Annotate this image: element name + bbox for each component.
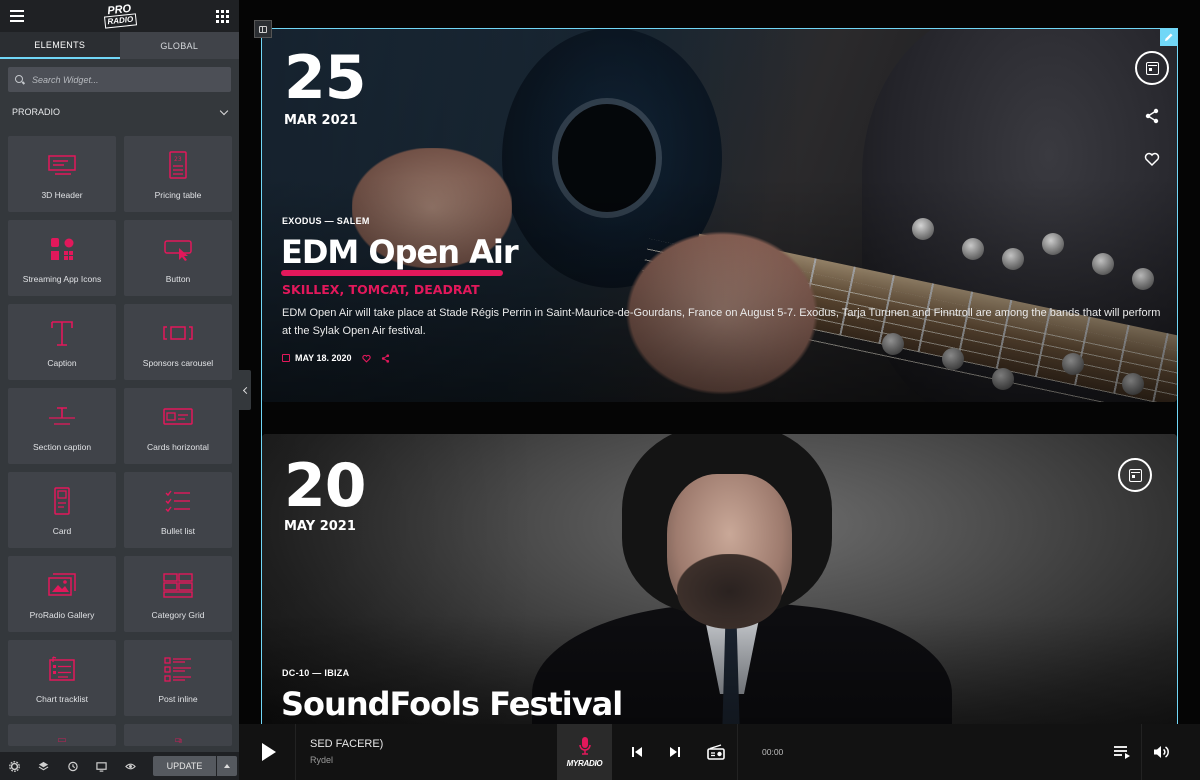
widget-label: Caption: [47, 358, 77, 368]
edit-widget-button[interactable]: [1160, 28, 1178, 46]
station-name: MYRADIO: [566, 759, 603, 768]
widget-label: ProRadio Gallery: [29, 610, 95, 620]
widget-partial[interactable]: [124, 724, 232, 746]
sponsors-carousel-icon: [163, 326, 193, 340]
layers-icon[interactable]: [35, 758, 51, 774]
widget-3d-header[interactable]: 3D Header: [8, 136, 116, 212]
widget-label: Card: [52, 526, 72, 536]
bullet-list-icon: [165, 490, 190, 513]
cards-horizontal-icon: [163, 408, 193, 425]
search-box: [8, 67, 231, 92]
widget-cards-horizontal[interactable]: Cards horizontal: [124, 388, 232, 464]
widget-label: Streaming App Icons: [22, 274, 102, 284]
widget-proradio-gallery[interactable]: ProRadio Gallery: [8, 556, 116, 632]
pricing-table-icon: 23: [169, 151, 187, 179]
caption-icon: [51, 321, 73, 346]
card-icon: [54, 487, 70, 515]
widget-label: Pricing table: [154, 190, 202, 200]
panel-tabs: ELEMENTS GLOBAL: [0, 32, 239, 59]
category-title: PRORADIO: [12, 107, 61, 117]
skip-next-icon: [670, 747, 680, 757]
widget-chart-tracklist[interactable]: Chart tracklist: [8, 640, 116, 716]
widget-grid: 3D Header 23 Pricing table Streaming App…: [8, 136, 232, 746]
history-icon[interactable]: [64, 758, 80, 774]
widget-icon: [58, 738, 66, 742]
settings-icon[interactable]: [6, 758, 22, 774]
skip-previous-icon: [632, 747, 642, 757]
volume-icon: [1154, 746, 1169, 758]
widget-label: Section caption: [32, 442, 92, 452]
volume-button[interactable]: [1142, 724, 1180, 780]
section-outline: [261, 28, 1178, 780]
widget-button[interactable]: Button: [124, 220, 232, 296]
category-grid-icon: [163, 573, 193, 598]
widget-card[interactable]: Card: [8, 472, 116, 548]
page-preview: 25 MAR 2021 EXODUS — SALEM EDM Open Air …: [239, 0, 1200, 780]
update-button[interactable]: UPDATE: [153, 756, 216, 776]
widget-caption[interactable]: Caption: [8, 304, 116, 380]
widget-category-grid[interactable]: Category Grid: [124, 556, 232, 632]
category-header[interactable]: PRORADIO: [0, 104, 239, 120]
widget-label: Chart tracklist: [36, 694, 88, 704]
radio-icon: [706, 744, 725, 760]
widget-label: Bullet list: [160, 526, 195, 536]
widget-label: Category Grid: [151, 610, 205, 620]
streaming-app-icons-icon: [51, 238, 74, 260]
svg-text:23: 23: [174, 156, 182, 163]
responsive-mode-icon[interactable]: [93, 758, 109, 774]
widget-partial[interactable]: [8, 724, 116, 746]
column-icon: [259, 25, 267, 33]
play-button[interactable]: [239, 724, 295, 780]
chevron-down-icon: [219, 106, 229, 115]
audio-player: SED FACERE) Rydel MYRADIO 00:00: [239, 724, 1200, 780]
widget-sponsors-carousel[interactable]: Sponsors carousel: [124, 304, 232, 380]
collapse-panel-button[interactable]: [239, 370, 251, 410]
widget-section-caption[interactable]: Section caption: [8, 388, 116, 464]
widget-label: Post inline: [158, 694, 198, 704]
widget-pricing-table[interactable]: 23 Pricing table: [124, 136, 232, 212]
widget-post-inline[interactable]: Post inline: [124, 640, 232, 716]
widget-label: 3D Header: [41, 190, 83, 200]
3d-header-icon: [48, 155, 76, 175]
panel-header: PRO RADIO: [0, 0, 239, 32]
tab-global[interactable]: GLOBAL: [119, 32, 239, 59]
chart-tracklist-icon: [49, 656, 75, 681]
button-icon: [164, 240, 192, 261]
menu-icon[interactable]: [10, 10, 24, 22]
radio-button[interactable]: [694, 724, 738, 780]
save-options-button[interactable]: [217, 756, 237, 776]
widget-streaming-app-icons[interactable]: Streaming App Icons: [8, 220, 116, 296]
widget-bullet-list[interactable]: Bullet list: [124, 472, 232, 548]
track-title: SED FACERE): [310, 738, 384, 750]
station-logo[interactable]: MYRADIO: [557, 724, 612, 780]
app-logo: PRO RADIO: [103, 3, 137, 29]
playlist-icon: [1113, 746, 1130, 759]
microphone-icon: [578, 737, 591, 755]
search-input[interactable]: [32, 74, 212, 85]
track-info: SED FACERE) Rydel: [295, 724, 557, 780]
panel-footer: UPDATE: [0, 752, 239, 780]
preview-eye-icon[interactable]: [122, 758, 138, 774]
search-icon: [15, 74, 25, 85]
post-inline-icon: [164, 657, 191, 682]
gallery-icon: [48, 573, 76, 596]
widgets-grid-icon[interactable]: [216, 9, 229, 23]
section-caption-icon: [49, 407, 75, 425]
playlist-button[interactable]: [1102, 724, 1142, 780]
elapsed-time: 00:00: [762, 747, 784, 757]
tab-elements[interactable]: ELEMENTS: [0, 32, 120, 59]
widget-icon: [175, 738, 182, 743]
widget-label: Sponsors carousel: [142, 358, 214, 368]
editor-panel: PRO RADIO ELEMENTS GLOBAL PRORADIO 3D He…: [0, 0, 239, 780]
widget-label: Button: [165, 274, 191, 284]
pencil-icon: [1165, 33, 1173, 41]
previous-button[interactable]: [618, 724, 656, 780]
widget-label: Cards horizontal: [147, 442, 209, 452]
track-artist: Rydel: [310, 755, 334, 765]
column-handle[interactable]: [254, 20, 272, 38]
next-button[interactable]: [656, 724, 694, 780]
